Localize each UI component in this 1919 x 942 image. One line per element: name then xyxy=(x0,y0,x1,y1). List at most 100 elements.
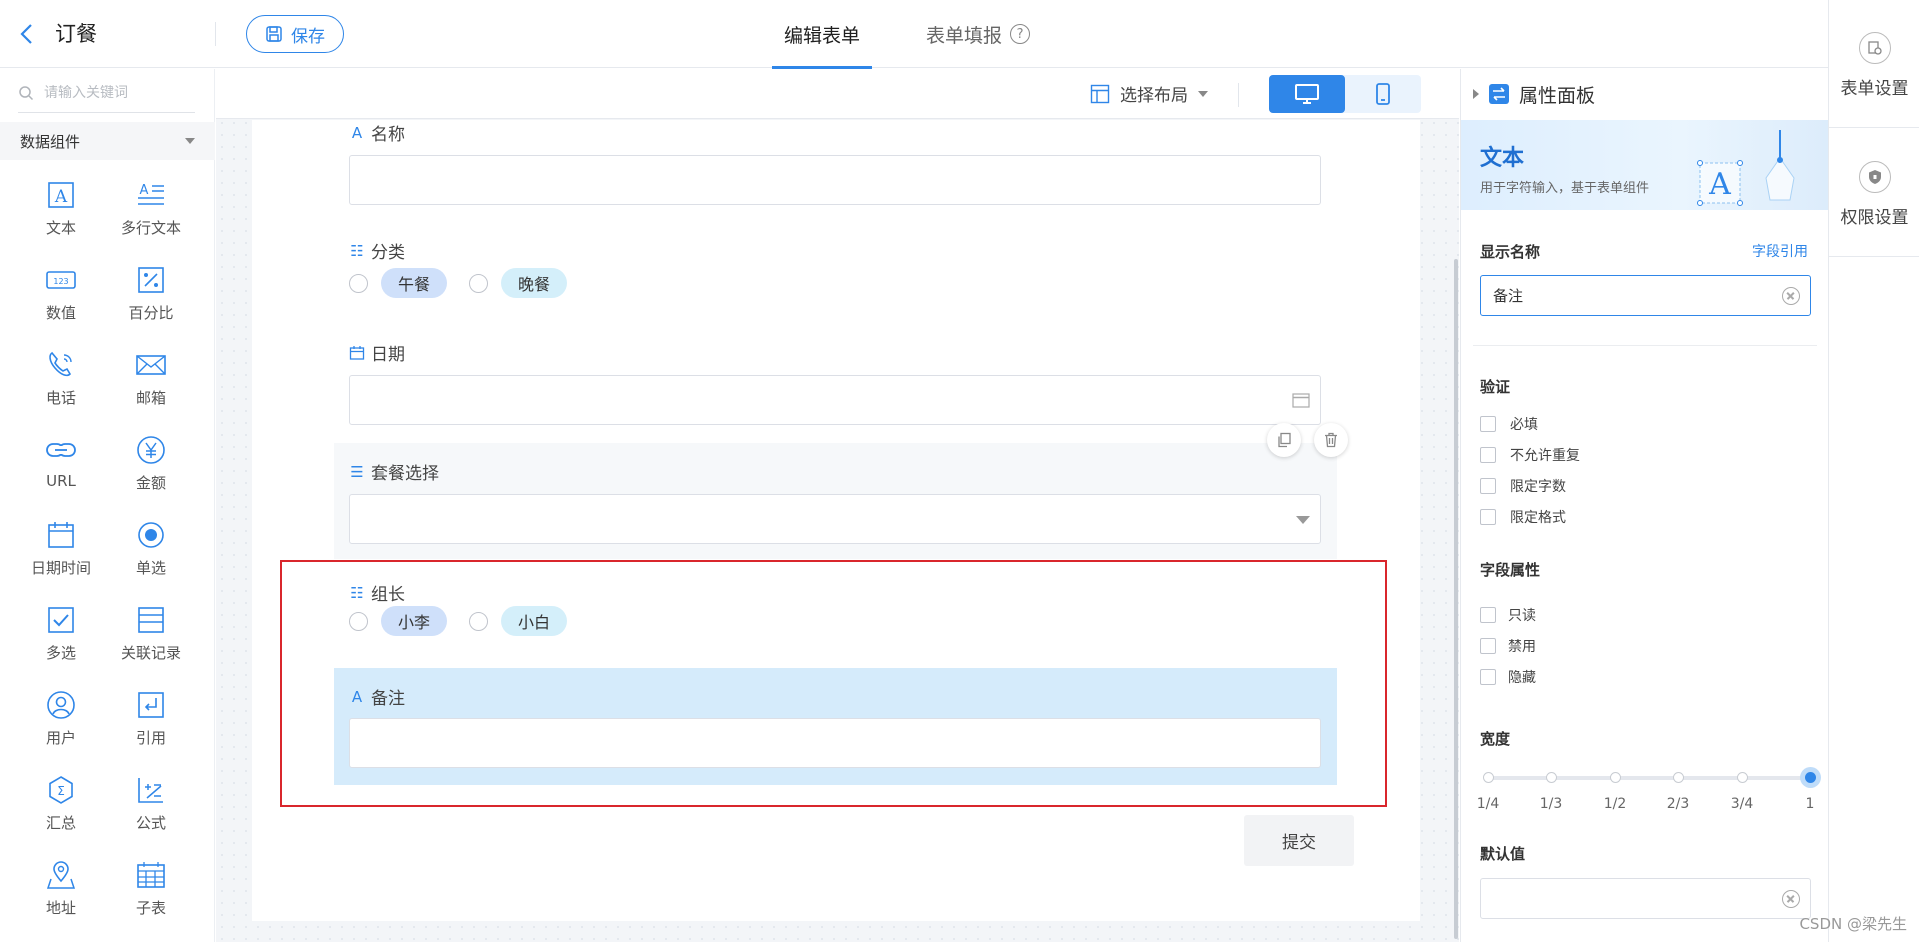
remark-input[interactable] xyxy=(349,718,1321,768)
device-toggle xyxy=(1269,75,1421,113)
component-label: 百分比 xyxy=(128,304,174,322)
text-illustration-icon: A xyxy=(1697,130,1795,206)
form-settings-label: 表单设置 xyxy=(1840,79,1909,99)
checkbox[interactable] xyxy=(1480,638,1496,654)
date-input[interactable] xyxy=(349,375,1321,425)
component-label: 公式 xyxy=(135,814,166,832)
back-button[interactable] xyxy=(14,20,42,48)
component-datetime[interactable]: 日期时间 xyxy=(16,519,106,584)
slider-stop[interactable] xyxy=(1737,772,1748,783)
copy-field-button[interactable] xyxy=(1267,423,1301,457)
select-list-icon: ☰ xyxy=(350,462,364,481)
component-text[interactable]: A 文本 xyxy=(16,179,106,244)
checkbox[interactable] xyxy=(1480,447,1496,463)
delete-field-button[interactable] xyxy=(1314,423,1348,457)
slider-stop[interactable] xyxy=(1610,772,1621,783)
name-input[interactable] xyxy=(349,155,1321,205)
slider-tick-label: 3/4 xyxy=(1730,796,1754,812)
validation-required[interactable]: 必填 xyxy=(1480,414,1538,434)
component-radio[interactable]: 单选 xyxy=(106,519,196,584)
copy-icon xyxy=(1278,432,1291,448)
component-reference[interactable]: 引用 xyxy=(106,689,196,754)
slider-stop[interactable] xyxy=(1673,772,1684,783)
save-icon xyxy=(266,26,282,42)
option-chip: 午餐 xyxy=(381,268,448,298)
default-value-input[interactable] xyxy=(1480,878,1811,919)
submit-button[interactable]: 提交 xyxy=(1244,815,1354,866)
field-reference-link[interactable]: 字段引用 xyxy=(1752,241,1808,261)
attr-readonly[interactable]: 只读 xyxy=(1480,605,1536,625)
radio-button[interactable] xyxy=(349,273,368,293)
chevron-down-icon xyxy=(1198,90,1208,97)
canvas-scrollbar[interactable] xyxy=(1454,259,1458,939)
permission-settings-label: 权限设置 xyxy=(1840,208,1909,228)
validation-no-duplicate[interactable]: 不允许重复 xyxy=(1480,445,1580,465)
component-banner: 文本 用于字符输入，基于表单组件 A xyxy=(1461,120,1828,210)
component-label: 多行文本 xyxy=(120,219,181,237)
property-panel-header[interactable]: 属性面板 xyxy=(1461,69,1828,119)
percent-icon xyxy=(138,267,164,293)
mobile-view-button[interactable] xyxy=(1345,75,1421,113)
tab-edit-form[interactable]: 编辑表单 xyxy=(772,0,872,69)
radio-button[interactable] xyxy=(349,611,368,631)
desktop-view-button[interactable] xyxy=(1269,75,1345,113)
field-label-text: 备注 xyxy=(371,689,405,709)
checkbox-label: 不允许重复 xyxy=(1510,448,1580,464)
slider-stop[interactable] xyxy=(1483,772,1494,783)
validation-format[interactable]: 限定格式 xyxy=(1480,507,1566,527)
width-slider-track[interactable] xyxy=(1488,776,1804,780)
component-address[interactable]: 地址 xyxy=(16,859,106,924)
component-number[interactable]: 123 数值 xyxy=(16,264,106,329)
checkbox[interactable] xyxy=(1480,669,1496,685)
radio-button[interactable] xyxy=(469,273,489,293)
width-slider-thumb[interactable] xyxy=(1800,767,1821,788)
form-settings-button[interactable]: 表单设置 xyxy=(1829,0,1919,128)
component-sum[interactable]: Σ 汇总 xyxy=(16,774,106,839)
property-panel-title: 属性面板 xyxy=(1519,84,1596,107)
location-icon xyxy=(46,861,76,889)
component-search-input[interactable] xyxy=(44,84,184,101)
clear-icon[interactable] xyxy=(1782,890,1800,908)
app-root: 订餐 保存 编辑表单 表单填报 ? 表单设置 权限设置 请输入关键词 数据组件 … xyxy=(0,0,1919,942)
attr-disabled[interactable]: 禁用 xyxy=(1480,636,1536,656)
tab-fill-form[interactable]: 表单填报 ? xyxy=(926,0,1031,68)
slider-tick-label: 1/3 xyxy=(1539,796,1563,812)
component-url[interactable]: URL xyxy=(16,434,106,499)
phone-icon xyxy=(49,351,72,377)
checkbox-icon xyxy=(48,607,74,633)
link-icon xyxy=(46,443,76,457)
component-label: 单选 xyxy=(135,559,166,577)
package-select[interactable] xyxy=(349,494,1321,544)
component-user[interactable]: 用户 xyxy=(16,689,106,754)
component-label: 关联记录 xyxy=(120,644,181,662)
component-group-header[interactable]: 数据组件 xyxy=(0,122,215,160)
checkbox[interactable] xyxy=(1480,478,1496,494)
checkbox[interactable] xyxy=(1480,509,1496,525)
display-name-input[interactable]: 备注 xyxy=(1480,275,1811,316)
radio-list-icon: ☷ xyxy=(350,241,364,260)
radio-button[interactable] xyxy=(469,611,489,631)
layout-select[interactable]: 选择布局 xyxy=(1090,81,1208,106)
component-percent[interactable]: 百分比 xyxy=(106,264,196,329)
checkbox[interactable] xyxy=(1480,607,1496,623)
permission-settings-button[interactable]: 权限设置 xyxy=(1829,129,1919,257)
field-label-text: 名称 xyxy=(371,125,405,145)
component-checkbox[interactable]: 多选 xyxy=(16,604,106,669)
checkbox[interactable] xyxy=(1480,416,1496,432)
component-subtable[interactable]: 子表 xyxy=(106,859,196,924)
component-formula[interactable]: 公式 xyxy=(106,774,196,839)
attr-hidden[interactable]: 隐藏 xyxy=(1480,667,1536,687)
clear-icon[interactable] xyxy=(1782,287,1800,305)
component-related-record[interactable]: 关联记录 xyxy=(106,604,196,669)
component-multiline-text[interactable]: A 多行文本 xyxy=(106,179,196,244)
component-phone[interactable]: 电话 xyxy=(16,349,106,414)
svg-text:A: A xyxy=(1708,167,1731,202)
component-mail[interactable]: 邮箱 xyxy=(106,349,196,414)
validation-char-limit[interactable]: 限定字数 xyxy=(1480,476,1566,496)
component-amount[interactable]: 金额 xyxy=(106,434,196,499)
save-button[interactable]: 保存 xyxy=(246,15,344,53)
help-icon[interactable]: ? xyxy=(1010,24,1031,44)
checkbox-label: 禁用 xyxy=(1508,639,1536,655)
form-settings-icon xyxy=(1858,32,1891,64)
slider-stop[interactable] xyxy=(1546,772,1557,783)
